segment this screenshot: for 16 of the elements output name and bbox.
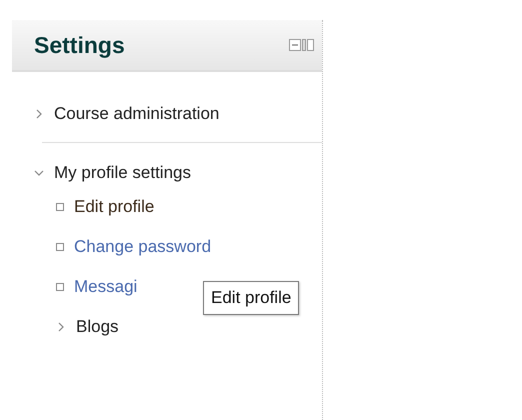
tree-item[interactable]: My profile settings [54,163,191,183]
profile-link[interactable]: Edit profile [74,197,154,217]
dock-icon[interactable] [302,39,314,51]
profile-link[interactable]: Messagi [74,277,138,297]
chevron-down-icon[interactable] [34,168,44,178]
bullet-icon [56,283,64,291]
collapse-icon[interactable] [289,39,301,51]
tree-item[interactable]: Course administration [54,104,220,124]
profile-link[interactable]: Change password [74,237,212,257]
chevron-right-icon[interactable] [56,322,66,332]
tree-item[interactable]: Blogs [76,317,119,337]
chevron-right-icon[interactable] [34,109,44,119]
bullet-icon [56,203,64,211]
bullet-icon [56,243,64,251]
block-title: Settings [34,32,125,58]
tooltip: Edit profile [203,281,300,315]
